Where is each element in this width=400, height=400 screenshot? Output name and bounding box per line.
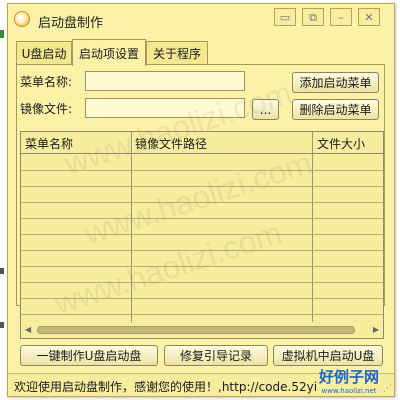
- scroll-right-icon[interactable]: ▶: [373, 325, 379, 334]
- empty-row: [21, 250, 383, 251]
- empty-row: [21, 218, 383, 219]
- scroll-left-icon[interactable]: ◀: [25, 325, 31, 334]
- chat-icon[interactable]: ▭: [274, 8, 296, 26]
- empty-row: [21, 298, 383, 299]
- window-title: 启动盘制作: [38, 16, 104, 31]
- table-header: 菜单名称 镜像文件路径 文件大小: [21, 132, 383, 154]
- desktop-edge-mark: [0, 322, 4, 328]
- empty-row: [21, 170, 383, 171]
- tab-usb-boot[interactable]: U盘启动: [16, 41, 72, 65]
- column-header-image-path[interactable]: 镜像文件路径: [135, 135, 207, 152]
- logo-sub-text: www.haolizi.net: [321, 387, 377, 395]
- tab-about[interactable]: 关于程序: [146, 41, 208, 65]
- tab-boot-settings[interactable]: 启动项设置: [72, 39, 146, 66]
- empty-row: [21, 202, 383, 203]
- restore-icon[interactable]: ⧉: [302, 8, 324, 26]
- status-text: 欢迎使用启动盘制作，感谢您的使用！,http://code.52yi: [14, 380, 318, 394]
- empty-row: [21, 314, 383, 315]
- empty-row: [21, 282, 383, 283]
- desktop-edge-mark: [0, 268, 4, 274]
- empty-row: [21, 186, 383, 187]
- repair-boot-record-button[interactable]: 修复引导记录: [164, 345, 268, 366]
- make-usb-boot-button[interactable]: 一键制作U盘启动盘: [20, 345, 158, 366]
- add-menu-button[interactable]: 添加启动菜单: [292, 72, 379, 93]
- menu-name-label: 菜单名称:: [20, 75, 73, 89]
- logo-main-text: 好例子网: [318, 370, 379, 386]
- empty-row: [21, 266, 383, 267]
- column-header-menu-name[interactable]: 菜单名称: [25, 135, 73, 152]
- desktop-edge: [0, 0, 7, 400]
- title-bar[interactable]: 启动盘制作 ▭ ⧉ – ✕: [8, 4, 394, 36]
- empty-row: [21, 234, 383, 235]
- tab-label: 启动项设置: [78, 46, 139, 61]
- browse-button[interactable]: ...: [252, 99, 279, 120]
- vm-boot-usb-button[interactable]: 虚拟机中启动U盘: [273, 345, 383, 366]
- app-window: 启动盘制作 ▭ ⧉ – ✕ U盘启动 启动项设置 关于程序 菜单名称: 添加启动…: [7, 3, 395, 397]
- site-logo: 好例子网 www.haolizi.net: [313, 366, 385, 395]
- scrollbar-thumb[interactable]: [37, 326, 355, 334]
- column-divider: [312, 132, 313, 322]
- close-icon[interactable]: ✕: [358, 8, 380, 26]
- menu-name-input[interactable]: [85, 71, 245, 91]
- column-header-file-size[interactable]: 文件大小: [317, 135, 365, 152]
- image-file-input[interactable]: [85, 98, 245, 118]
- column-divider: [131, 132, 132, 322]
- tab-label: 关于程序: [152, 47, 201, 61]
- desktop-edge-mark: [0, 30, 4, 38]
- app-icon: [14, 11, 30, 27]
- minimize-icon[interactable]: –: [330, 8, 352, 26]
- tab-label: U盘启动: [21, 47, 67, 61]
- horizontal-scrollbar[interactable]: ◀ ▶: [23, 324, 381, 336]
- delete-menu-button[interactable]: 删除启动菜单: [292, 99, 379, 120]
- boot-menu-table[interactable]: 菜单名称 镜像文件路径 文件大小 ◀ ▶: [20, 131, 384, 339]
- image-file-label: 镜像文件:: [20, 102, 73, 116]
